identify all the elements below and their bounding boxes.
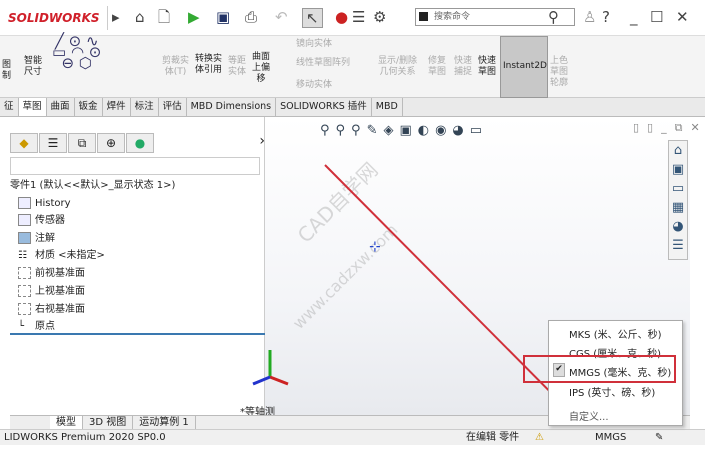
menu-item-custom[interactable]: 自定义... bbox=[569, 408, 609, 423]
editing-status: 在编辑 零件 bbox=[466, 432, 520, 443]
tab-motion-study[interactable]: 运动算例 1 bbox=[133, 416, 196, 429]
highlight-box bbox=[523, 355, 676, 383]
tab-3d-views[interactable]: 3D 视图 bbox=[83, 416, 134, 429]
rebuild-warning-icon[interactable]: ⚠ bbox=[535, 430, 544, 446]
menu-item-mks[interactable]: MKS (米、公斤、秒) bbox=[569, 326, 662, 341]
product-version: LIDWORKS Premium 2020 SP0.0 bbox=[4, 432, 166, 443]
tab-model[interactable]: 模型 bbox=[50, 416, 83, 429]
unit-system-selector[interactable]: MMGS bbox=[595, 430, 626, 446]
status-bar: LIDWORKS Premium 2020 SP0.0 在编辑 零件 ⚠ MMG… bbox=[0, 429, 705, 445]
menu-item-ips[interactable]: IPS (英寸、磅、秒) bbox=[569, 384, 655, 399]
customize-icon[interactable]: ✎ bbox=[655, 430, 663, 446]
